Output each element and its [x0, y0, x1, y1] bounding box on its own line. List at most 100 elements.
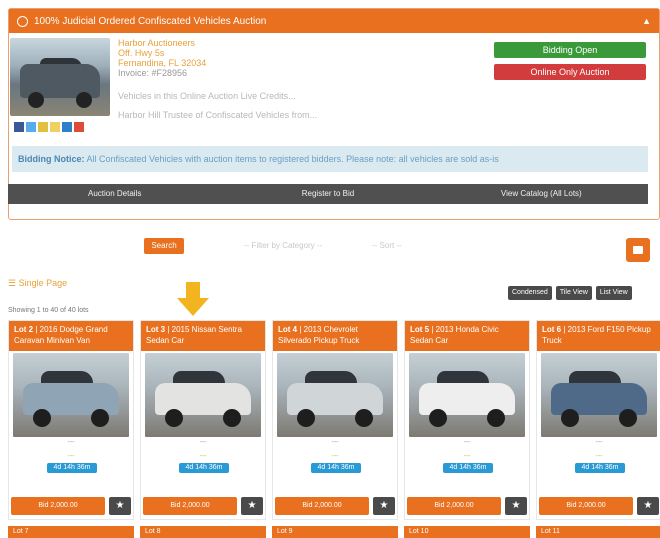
print-button[interactable] [626, 238, 650, 262]
car-wheel [619, 409, 637, 427]
googleplus-icon[interactable] [74, 122, 84, 132]
car-wheel [223, 409, 241, 427]
bid-button[interactable]: Bid 2,000.00 [407, 497, 501, 515]
tab-view-catalog[interactable]: View Catalog (All Lots) [435, 184, 648, 204]
bid-button[interactable]: Bid 2,000.00 [539, 497, 633, 515]
lot-card[interactable]: Lot 5 | 2013 Honda Civic Sedan Car --- ---… [404, 320, 530, 520]
seller-name[interactable]: Harbor Auctioneers [118, 38, 206, 48]
auction-tabs: Auction Details Register to Bid View Cat… [8, 184, 648, 204]
lot-header[interactable]: Lot 2 | 2016 Dodge Grand Caravan Minivan… [9, 321, 133, 351]
car-wheel [561, 409, 579, 427]
bid-button[interactable]: Bid 2,000.00 [143, 497, 237, 515]
twitter-icon[interactable] [26, 122, 36, 132]
lot-photo[interactable] [145, 353, 261, 437]
desc-line: Harbor Hill Trustee of Confiscated Vehic… [118, 110, 318, 120]
seller-address-2: Fernandina, FL 32034 [118, 58, 207, 68]
car-wheel [429, 409, 447, 427]
seller-invoice: Invoice: #F28956 [118, 68, 188, 78]
auction-description: Vehicles in this Online Auction Live Cre… [118, 90, 478, 122]
single-page-label: Single Page [18, 278, 68, 288]
lot-header[interactable]: Lot 5 | 2013 Honda Civic Sedan Car [405, 321, 529, 351]
lot-number: Lot 2 [14, 325, 34, 334]
notice-label: Bidding Notice: [18, 154, 85, 164]
lot-card[interactable]: Lot 6 | 2013 Ford F150 Pickup Truck --- --… [536, 320, 660, 520]
collapse-icon[interactable]: ▲ [642, 16, 651, 26]
view-tile-button[interactable]: Tile View [555, 286, 592, 300]
lot-photo[interactable] [277, 353, 393, 437]
car-wheel [297, 409, 315, 427]
lot-card[interactable]: Lot 3 | 2015 Nissan Sentra Sedan Car --- -… [140, 320, 266, 520]
lot-number: Lot 3 [146, 325, 166, 334]
online-only-button[interactable]: Online Only Auction [494, 64, 646, 80]
watch-star-icon[interactable]: ★ [241, 497, 263, 515]
lot-card[interactable]: Lot 4 | 2013 Chevrolet Silverado Pickup … [272, 320, 398, 520]
facebook-icon[interactable] [14, 122, 24, 132]
search-button[interactable]: Search [144, 238, 184, 254]
lot-card[interactable]: Lot 2 | 2016 Dodge Grand Caravan Minivan… [8, 320, 134, 520]
bid-button[interactable]: Bid 2,000.00 [11, 497, 105, 515]
tab-auction-details[interactable]: Auction Details [8, 184, 221, 204]
watch-star-icon[interactable]: ★ [505, 497, 527, 515]
lot-number: Lot 6 [542, 325, 562, 334]
car-wheel [76, 92, 92, 108]
lot-header[interactable]: Lot 4 | 2013 Chevrolet Silverado Pickup … [273, 321, 397, 351]
lot-photo[interactable] [541, 353, 657, 437]
lot-header-next-row[interactable]: Lot 10 [404, 526, 530, 538]
print-icon [633, 246, 643, 254]
car-wheel [165, 409, 183, 427]
lot-time-left: 4d 14h 36m [179, 463, 229, 473]
view-list-button[interactable]: List View [595, 286, 632, 300]
car-wheel [33, 409, 51, 427]
lot-photo[interactable] [409, 353, 525, 437]
showing-count: Showing 1 to 40 of 40 lots [8, 307, 89, 314]
car-wheel [91, 409, 109, 427]
lot-header-next-row[interactable]: Lot 9 [272, 526, 398, 538]
lot-number: Lot 5 [410, 325, 430, 334]
lot-photo[interactable] [13, 353, 129, 437]
lot-current-bid: --- [595, 453, 603, 460]
single-page-link[interactable]: ☰ Single Page [8, 278, 67, 289]
car-wheel [355, 409, 373, 427]
car-wheel [28, 92, 44, 108]
view-toggle: Condensed Tile View List View [508, 286, 632, 300]
lot-header[interactable]: Lot 6 | 2013 Ford F150 Pickup Truck [537, 321, 660, 351]
down-arrow-icon [177, 282, 209, 316]
watch-star-icon[interactable]: ★ [373, 497, 395, 515]
car-wheel [487, 409, 505, 427]
auction-panel-header[interactable]: 100% Judicial Ordered Confiscated Vehicl… [9, 9, 659, 33]
lot-odometer: --- [331, 439, 339, 446]
lot-header-next-row[interactable]: Lot 7 [8, 526, 134, 538]
lot-current-bid: --- [67, 453, 75, 460]
share-icons [14, 122, 84, 132]
lot-odometer: --- [67, 439, 75, 446]
lot-time-left: 4d 14h 36m [575, 463, 625, 473]
category-filter[interactable]: -- Filter by Category -- [244, 241, 322, 250]
lot-header-next-row[interactable]: Lot 11 [536, 526, 660, 538]
print-share-icon[interactable] [50, 122, 60, 132]
auction-vehicle-photo[interactable] [10, 38, 110, 116]
linkedin-icon[interactable] [62, 122, 72, 132]
auction-title: 100% Judicial Ordered Confiscated Vehicl… [34, 15, 267, 27]
lot-current-bid: --- [331, 453, 339, 460]
lot-header[interactable]: Lot 3 | 2015 Nissan Sentra Sedan Car [141, 321, 265, 351]
bid-button[interactable]: Bid 2,000.00 [275, 497, 369, 515]
view-condensed-button[interactable]: Condensed [508, 286, 552, 300]
lot-current-bid: --- [199, 453, 207, 460]
lot-odometer: --- [463, 439, 471, 446]
lot-time-left: 4d 14h 36m [443, 463, 493, 473]
lot-header-next-row[interactable]: Lot 8 [140, 526, 266, 538]
seller-info: Harbor Auctioneers Off. Hwy 5s Fernandin… [118, 38, 206, 78]
lot-odometer: --- [595, 439, 603, 446]
watch-star-icon[interactable]: ★ [637, 497, 659, 515]
sort-filter[interactable]: -- Sort -- [372, 241, 402, 250]
bidding-open-button[interactable]: Bidding Open [494, 42, 646, 58]
bidding-notice: Bidding Notice: All Confiscated Vehicles… [12, 146, 648, 172]
email-icon[interactable] [38, 122, 48, 132]
lot-number: Lot 4 [278, 325, 298, 334]
seller-address-1: Off. Hwy 5s [118, 48, 165, 58]
info-icon [17, 15, 28, 27]
lot-time-left: 4d 14h 36m [311, 463, 361, 473]
watch-star-icon[interactable]: ★ [109, 497, 131, 515]
notice-text: All Confiscated Vehicles with auction it… [86, 154, 499, 164]
tab-register[interactable]: Register to Bid [221, 184, 434, 204]
